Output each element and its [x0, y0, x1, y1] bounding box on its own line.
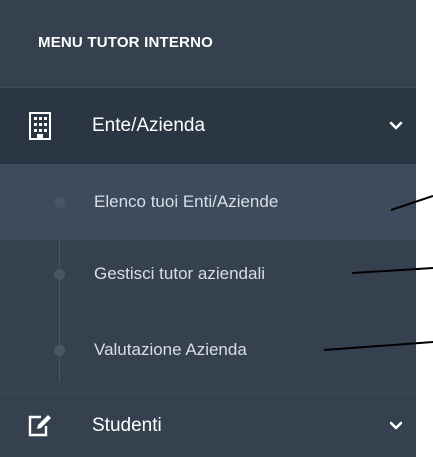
bullet-dot-icon: [54, 344, 65, 356]
sidebar-menu: MENU TUTOR INTERNO Ente/Azienda Elenco t…: [0, 0, 416, 457]
submenu-item-valutazione-azienda[interactable]: Valutazione Azienda: [0, 312, 416, 388]
sidebar-item-ente-azienda[interactable]: Ente/Azienda: [0, 88, 416, 164]
edit-icon: [26, 412, 54, 440]
sidebar-item-studenti[interactable]: Studenti: [0, 393, 416, 457]
menu-heading: MENU TUTOR INTERNO: [0, 0, 416, 88]
submenu-item-label: Elenco tuoi Enti/Aziende: [94, 192, 279, 211]
bullet-dot-icon: [54, 268, 65, 280]
sidebar-item-label: Studenti: [92, 414, 162, 436]
sidebar-item-label: Ente/Azienda: [92, 115, 206, 136]
submenu-item-label: Gestisci tutor aziendali: [94, 264, 266, 283]
building-icon: [26, 112, 54, 140]
submenu-ente-azienda: Elenco tuoi Enti/Aziende Gestisci tutor …: [0, 164, 416, 393]
chevron-down-icon: [386, 116, 406, 136]
bullet-dot-icon: [54, 196, 65, 208]
chevron-down-icon: [386, 416, 406, 436]
submenu-item-label: Valutazione Azienda: [94, 340, 247, 359]
submenu-item-gestisci-tutor[interactable]: Gestisci tutor aziendali: [0, 236, 416, 312]
submenu-item-elenco-enti[interactable]: Elenco tuoi Enti/Aziende: [0, 164, 416, 240]
page: MENU TUTOR INTERNO Ente/Azienda Elenco t…: [0, 0, 433, 457]
